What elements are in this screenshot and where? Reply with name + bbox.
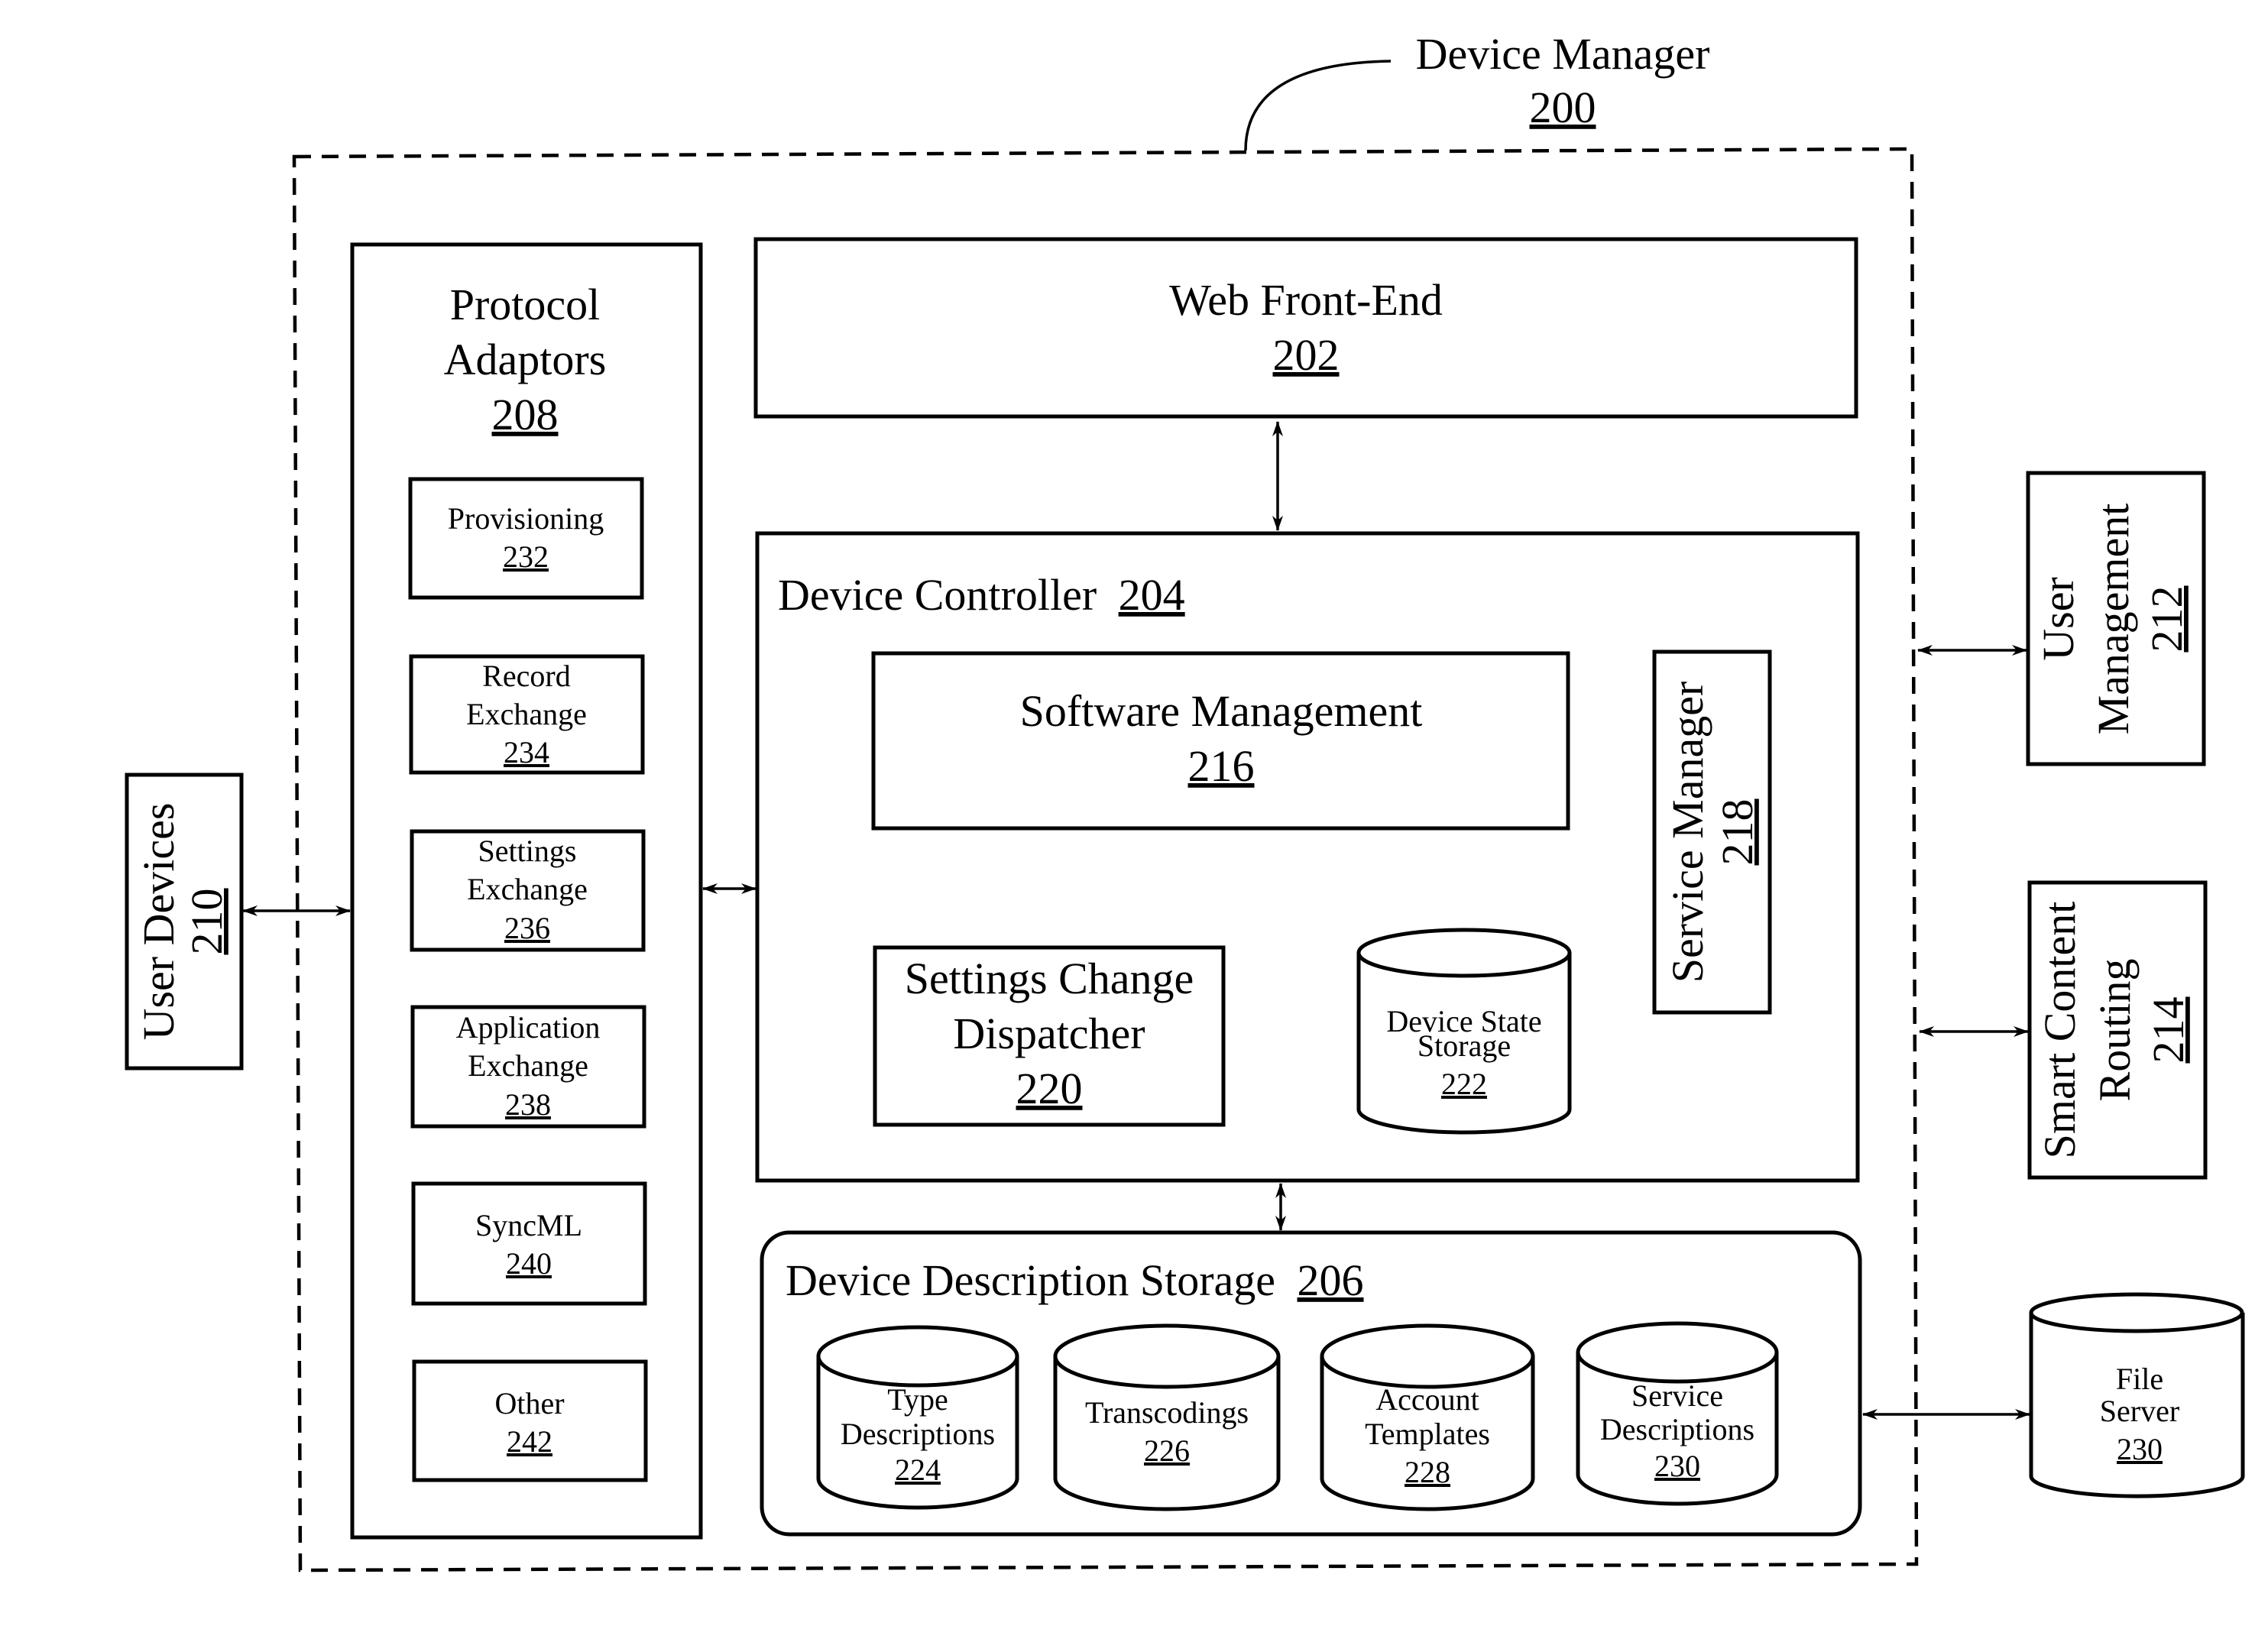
device-controller: Device Controller 204 Software Managemen… <box>755 531 1860 1183</box>
store-label-line2: Templates <box>1365 1417 1490 1451</box>
device-description-storage-title: Device Description Storage 206 <box>786 1255 1364 1305</box>
store-type-descriptions: Type Descriptions 224 <box>816 1325 1019 1510</box>
store-transcodings: Transcodings 226 <box>1053 1323 1281 1511</box>
user-devices-label: User Devices <box>134 803 183 1041</box>
user-management-ref: 212 <box>2142 586 2192 653</box>
store-label-line1: Account <box>1375 1382 1479 1417</box>
software-management-label: Software Management <box>1020 686 1423 736</box>
adaptor-box <box>411 1181 647 1306</box>
protocol-adaptors-ref: 208 <box>492 390 559 439</box>
device-description-storage-ref: 206 <box>1298 1255 1364 1305</box>
device-state-storage-line2: Storage <box>1418 1028 1511 1063</box>
protocol-adaptors-line2: Adaptors <box>444 335 607 384</box>
device-manager-diagram: Device Manager 200 Protocol Adaptors 208… <box>125 29 2245 1573</box>
service-manager-ref: 218 <box>1712 799 1762 866</box>
smart-content-routing: Smart Content Routing 214 <box>2027 880 2208 1180</box>
protocol-adaptors-line1: Protocol <box>450 280 601 329</box>
device-description-storage: Device Description Storage 206 Type Desc… <box>760 1230 1862 1537</box>
store-label-line2: Descriptions <box>1600 1412 1754 1446</box>
service-manager: Service Manager 218 <box>1652 649 1772 1015</box>
adaptor-label-line2: Exchange <box>467 872 588 906</box>
protocol-adaptors: Protocol Adaptors 208 Provisioning 232 R… <box>350 242 703 1540</box>
user-devices: User Devices 210 <box>125 773 244 1071</box>
settings-change-dispatcher-ref: 220 <box>1016 1064 1083 1113</box>
file-server-ref: 230 <box>2117 1432 2163 1466</box>
adaptor-ref: 234 <box>504 735 549 769</box>
web-front-end: Web Front-End 202 <box>753 237 1858 419</box>
store-ref: 228 <box>1405 1455 1450 1489</box>
adaptor-label-line1: Record <box>482 659 571 693</box>
adaptor-box <box>412 1359 648 1482</box>
adaptor-label-line1: Provisioning <box>448 501 604 536</box>
device-description-storage-label: Device Description Storage <box>786 1255 1275 1305</box>
adaptor-application-exchange: Application Exchange 238 <box>410 1005 646 1129</box>
adaptor-ref: 240 <box>506 1246 552 1281</box>
cylinder-top <box>2029 1292 2244 1333</box>
web-front-end-box <box>753 237 1858 419</box>
cylinder-top <box>816 1325 1019 1388</box>
device-controller-title: Device Controller 204 <box>778 570 1185 620</box>
store-label-line1: Transcodings <box>1085 1395 1249 1430</box>
settings-change-dispatcher-line2: Dispatcher <box>953 1009 1145 1058</box>
cylinder-top <box>1320 1323 1535 1389</box>
file-server-line1: File <box>2116 1362 2163 1396</box>
device-manager-ref: 200 <box>1530 83 1596 132</box>
cylinder-top <box>1356 928 1572 978</box>
store-ref: 230 <box>1654 1449 1700 1483</box>
device-controller-ref: 204 <box>1119 570 1185 620</box>
device-manager-title: Device Manager <box>1416 29 1710 79</box>
file-server-line2: Server <box>2100 1394 2179 1428</box>
store-ref: 224 <box>895 1453 941 1487</box>
adaptor-label-line1: Settings <box>478 834 577 868</box>
store-label-line1: Service <box>1631 1378 1723 1413</box>
adaptor-label-line1: Application <box>456 1010 601 1045</box>
adaptor-label-line1: Other <box>494 1386 564 1420</box>
software-management: Software Management 216 <box>871 651 1570 831</box>
service-manager-label: Service Manager <box>1663 682 1712 983</box>
adaptor-provisioning: Provisioning 232 <box>408 477 644 600</box>
user-management-line1: User <box>2033 577 2083 661</box>
adaptor-box <box>408 477 644 600</box>
adaptor-label-line2: Exchange <box>466 697 587 731</box>
adaptor-ref: 238 <box>505 1087 551 1122</box>
user-management-line2: Management <box>2088 504 2138 735</box>
adaptor-ref: 242 <box>507 1424 552 1459</box>
adaptor-label-line1: SyncML <box>475 1208 582 1242</box>
cylinder-top <box>1053 1323 1281 1389</box>
adaptor-other: Other 242 <box>412 1359 648 1482</box>
software-management-ref: 216 <box>1188 741 1255 791</box>
settings-change-dispatcher: Settings Change Dispatcher 220 <box>873 945 1226 1127</box>
smart-content-routing-ref: 214 <box>2143 997 2193 1064</box>
web-front-end-label: Web Front-End <box>1169 275 1443 325</box>
cylinder-top <box>1576 1321 1779 1384</box>
callout-leader-line <box>1244 60 1392 151</box>
device-state-storage-ref: 222 <box>1441 1067 1487 1101</box>
store-account-templates: Account Templates 228 <box>1320 1323 1535 1511</box>
adaptor-ref: 236 <box>504 911 550 945</box>
adaptor-ref: 232 <box>503 539 549 574</box>
store-label-line1: Type <box>887 1382 948 1417</box>
adaptor-settings-exchange: Settings Exchange 236 <box>410 829 646 952</box>
smart-content-routing-line1: Smart Content <box>2035 902 2085 1159</box>
store-service-descriptions: Service Descriptions 230 <box>1576 1321 1779 1506</box>
device-state-storage: Device State Storage 222 <box>1356 928 1572 1135</box>
adaptor-syncml: SyncML 240 <box>411 1181 647 1306</box>
device-controller-label: Device Controller <box>778 570 1097 620</box>
web-front-end-ref: 202 <box>1273 330 1340 380</box>
settings-change-dispatcher-line1: Settings Change <box>905 954 1194 1003</box>
device-manager-label: Device Manager 200 <box>1244 29 1710 151</box>
user-devices-ref: 210 <box>182 889 232 955</box>
adaptor-label-line2: Exchange <box>468 1048 588 1083</box>
adaptor-record-exchange: Record Exchange 234 <box>409 654 645 775</box>
store-ref: 226 <box>1144 1433 1190 1468</box>
smart-content-routing-line2: Routing <box>2090 959 2140 1102</box>
store-label-line2: Descriptions <box>841 1417 995 1451</box>
file-server: File Server 230 <box>2029 1292 2245 1498</box>
user-management: User Management 212 <box>2026 471 2206 766</box>
